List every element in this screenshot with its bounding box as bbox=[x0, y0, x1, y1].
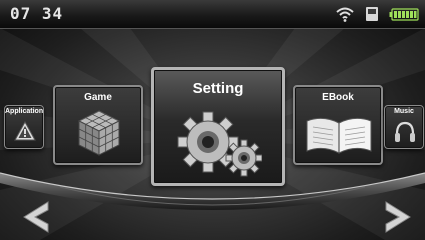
clock: 07 34 bbox=[10, 4, 64, 23]
wifi-icon bbox=[336, 7, 354, 22]
warning-triangle-icon bbox=[14, 120, 36, 141]
launcher-screen: 07 34 Application Game Setting EBook Mus… bbox=[0, 0, 425, 240]
headphones-icon bbox=[395, 121, 415, 142]
sd-card-icon bbox=[366, 7, 378, 21]
chevron-left-icon[interactable] bbox=[22, 200, 50, 234]
chevron-right-icon[interactable] bbox=[384, 200, 412, 234]
menu-item-application[interactable]: Application bbox=[4, 105, 44, 149]
menu-item-game[interactable]: Game bbox=[53, 85, 143, 165]
menu-item-ebook[interactable]: EBook bbox=[293, 85, 383, 165]
menu-item-label: Setting bbox=[192, 80, 244, 97]
menu-item-label: Game bbox=[84, 92, 112, 103]
menu-item-setting[interactable]: Setting bbox=[151, 67, 285, 186]
menu-item-music[interactable]: Music bbox=[384, 105, 424, 149]
battery-icon bbox=[389, 8, 419, 21]
open-book-icon bbox=[306, 117, 372, 154]
gears-icon bbox=[177, 111, 262, 177]
status-bar: 07 34 bbox=[0, 0, 425, 29]
rubiks-cube-icon bbox=[77, 110, 121, 156]
menu-item-label: Music bbox=[394, 108, 414, 115]
menu-item-label: Application bbox=[5, 108, 44, 115]
menu-item-label: EBook bbox=[322, 92, 354, 103]
